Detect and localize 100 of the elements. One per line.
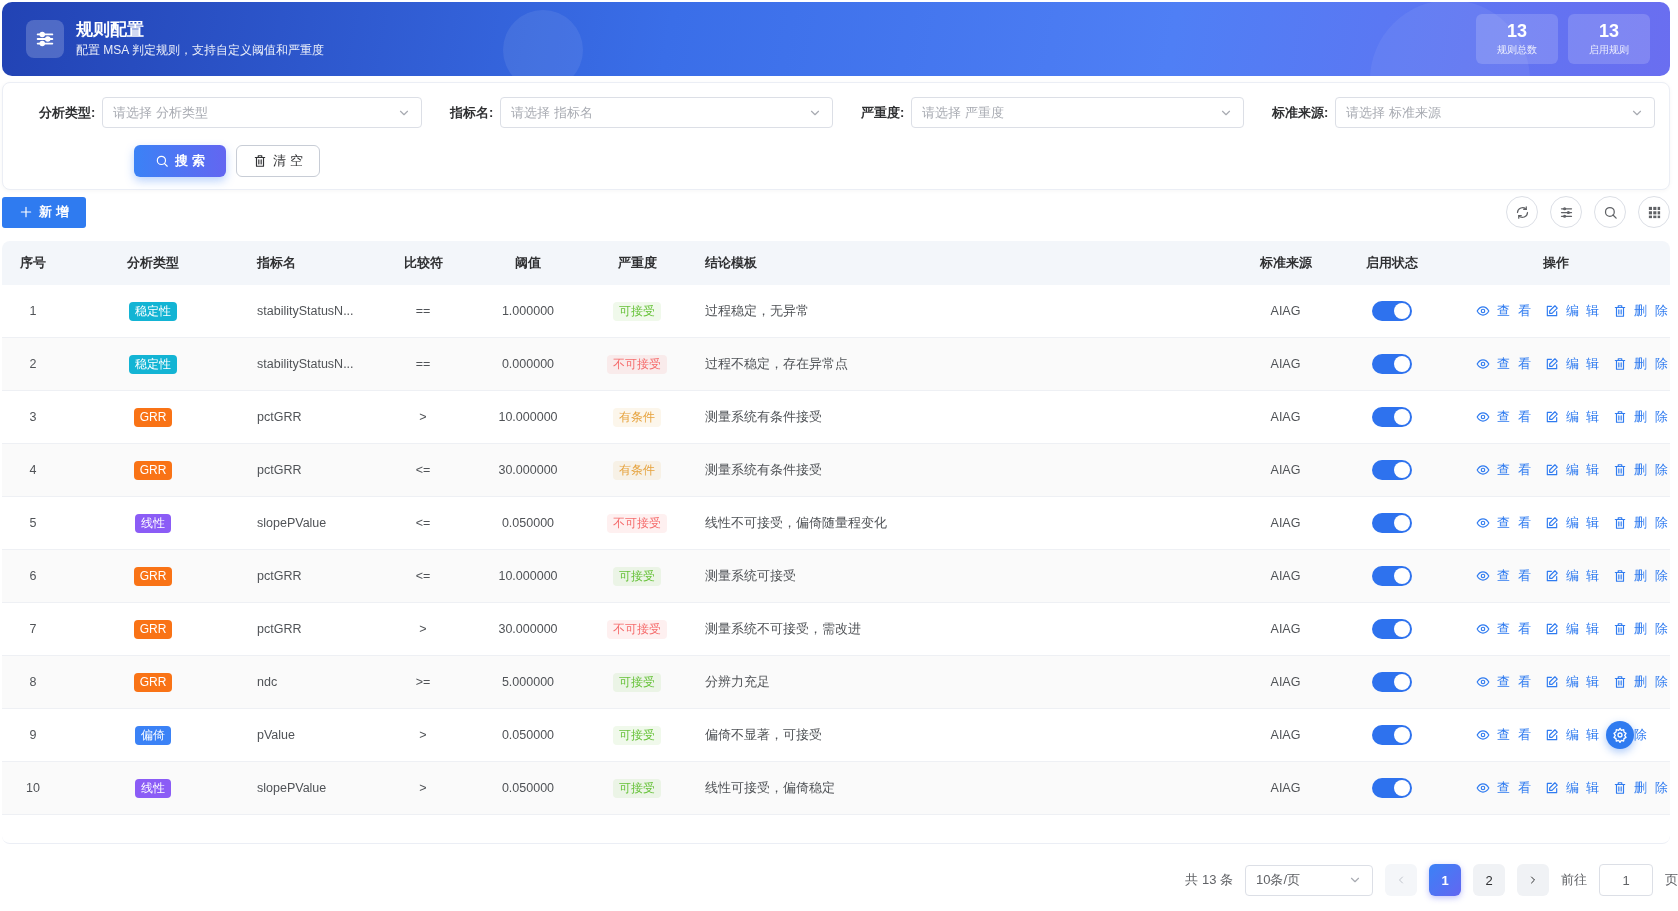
table-cell: 过程不稳定，存在异常点 xyxy=(690,337,1230,391)
type-tag: GRR xyxy=(133,460,173,480)
edit-link[interactable]: 编 辑 xyxy=(1565,778,1602,797)
type-tag: GRR xyxy=(133,672,173,692)
edit-link[interactable]: 编 辑 xyxy=(1565,407,1602,426)
type-tag: 线性 xyxy=(135,513,171,533)
table-cell: 5.000000 xyxy=(472,655,584,709)
severity-tag: 有条件 xyxy=(613,407,661,427)
table-cell: 偏倚不显著，可接受 xyxy=(690,708,1230,762)
stat-label: 规则总数 xyxy=(1497,43,1537,57)
table-cell: 0.050000 xyxy=(472,761,584,815)
edit-link[interactable]: 编 辑 xyxy=(1565,460,1602,479)
delete-link[interactable]: 删 除 xyxy=(1634,566,1670,585)
page-button[interactable]: 1 xyxy=(1429,864,1461,896)
delete-link[interactable]: 删 除 xyxy=(1634,460,1670,479)
delete-link[interactable]: 删 除 xyxy=(1634,619,1670,638)
table-cell: slopePValue xyxy=(242,761,374,815)
view-link[interactable]: 查 看 xyxy=(1497,513,1533,532)
delete-link[interactable]: 除 xyxy=(1634,725,1650,744)
search-button[interactable]: 搜 索 xyxy=(134,145,226,177)
select-field[interactable]: 请选择 指标名 xyxy=(500,97,833,128)
view-link[interactable]: 查 看 xyxy=(1497,407,1533,426)
view-link[interactable]: 查 看 xyxy=(1497,672,1533,691)
column-header: 分析类型 xyxy=(64,241,242,285)
table-cell: 分辨力充足 xyxy=(690,655,1230,709)
stat-label: 启用规则 xyxy=(1589,43,1629,57)
page-number-input[interactable]: 1 xyxy=(1599,864,1653,896)
select-field[interactable]: 请选择 标准来源 xyxy=(1335,97,1655,128)
view-link[interactable]: 查 看 xyxy=(1497,566,1533,585)
select-field[interactable]: 请选择 严重度 xyxy=(911,97,1244,128)
table-cell: 9 xyxy=(2,708,64,762)
select-field[interactable]: 请选择 分析类型 xyxy=(102,97,422,128)
column-header: 标准来源 xyxy=(1230,241,1341,285)
table-cell: == xyxy=(374,337,472,391)
delete-link[interactable]: 删 除 xyxy=(1634,354,1670,373)
table-cell: pctGRR xyxy=(242,602,374,656)
severity-tag: 有条件 xyxy=(613,460,661,480)
delete-link[interactable]: 删 除 xyxy=(1634,407,1670,426)
delete-link[interactable]: 删 除 xyxy=(1634,778,1670,797)
severity-tag: 可接受 xyxy=(613,672,661,692)
delete-link[interactable]: 删 除 xyxy=(1634,513,1670,532)
table-cell: <= xyxy=(374,549,472,603)
table-cell: AIAG xyxy=(1230,443,1341,497)
table-cell: pctGRR xyxy=(242,390,374,444)
severity-tag: 可接受 xyxy=(613,566,661,586)
table-cell: > xyxy=(374,708,472,762)
edit-link[interactable]: 编 辑 xyxy=(1565,619,1602,638)
goto-label: 前往 xyxy=(1561,871,1587,889)
table-cell: > xyxy=(374,390,472,444)
column-header: 严重度 xyxy=(584,241,690,285)
column-header: 指标名 xyxy=(242,241,374,285)
table-cell: 30.000000 xyxy=(472,602,584,656)
type-tag: GRR xyxy=(133,566,173,586)
filter-label: 指标名: xyxy=(450,103,494,122)
type-tag: GRR xyxy=(133,407,173,427)
delete-link[interactable]: 删 除 xyxy=(1634,672,1670,691)
severity-tag: 不可接受 xyxy=(607,354,667,374)
page-button[interactable]: 2 xyxy=(1473,864,1505,896)
add-button[interactable]: 新 增 xyxy=(2,196,86,228)
table-cell: 10.000000 xyxy=(472,549,584,603)
page-size-select[interactable]: 10条/页 xyxy=(1245,864,1373,896)
table-cell: pctGRR xyxy=(242,443,374,497)
page-title: 规则配置 xyxy=(76,19,145,41)
view-link[interactable]: 查 看 xyxy=(1497,460,1533,479)
table-cell: >= xyxy=(374,655,472,709)
edit-link[interactable]: 编 辑 xyxy=(1565,354,1602,373)
table-cell: AIAG xyxy=(1230,285,1341,338)
view-link[interactable]: 查 看 xyxy=(1497,354,1533,373)
table-cell: 测量系统有条件接受 xyxy=(690,443,1230,497)
delete-link[interactable]: 删 除 xyxy=(1634,301,1670,320)
severity-tag: 不可接受 xyxy=(607,513,667,533)
table-cell: pctGRR xyxy=(242,549,374,603)
view-link[interactable]: 查 看 xyxy=(1497,619,1533,638)
table-cell: 4 xyxy=(2,443,64,497)
table-cell: 0.000000 xyxy=(472,337,584,391)
edit-link[interactable]: 编 辑 xyxy=(1565,301,1602,320)
table-cell: stabilityStatusN... xyxy=(242,337,374,391)
table-cell: 30.000000 xyxy=(472,443,584,497)
table-cell: AIAG xyxy=(1230,708,1341,762)
table-cell: 2 xyxy=(2,337,64,391)
view-link[interactable]: 查 看 xyxy=(1497,301,1533,320)
edit-link[interactable]: 编 辑 xyxy=(1565,725,1602,744)
stat-value: 13 xyxy=(1507,20,1527,42)
table-cell: 测量系统不可接受，需改进 xyxy=(690,602,1230,656)
page-suffix: 页 xyxy=(1665,871,1678,889)
filter-label: 严重度: xyxy=(861,103,905,122)
view-link[interactable]: 查 看 xyxy=(1497,725,1533,744)
edit-link[interactable]: 编 辑 xyxy=(1565,513,1602,532)
type-tag: 线性 xyxy=(135,778,171,798)
table-cell: 线性可接受，偏倚稳定 xyxy=(690,761,1230,815)
table-cell: 测量系统可接受 xyxy=(690,549,1230,603)
type-tag: 偏倚 xyxy=(135,725,171,745)
view-link[interactable]: 查 看 xyxy=(1497,778,1533,797)
clear-button[interactable]: 清 空 xyxy=(236,145,320,177)
table-cell: AIAG xyxy=(1230,390,1341,444)
table-cell: 测量系统有条件接受 xyxy=(690,390,1230,444)
edit-link[interactable]: 编 辑 xyxy=(1565,566,1602,585)
filter-label: 标准来源: xyxy=(1272,103,1329,122)
edit-link[interactable]: 编 辑 xyxy=(1565,672,1602,691)
table-cell: AIAG xyxy=(1230,337,1341,391)
